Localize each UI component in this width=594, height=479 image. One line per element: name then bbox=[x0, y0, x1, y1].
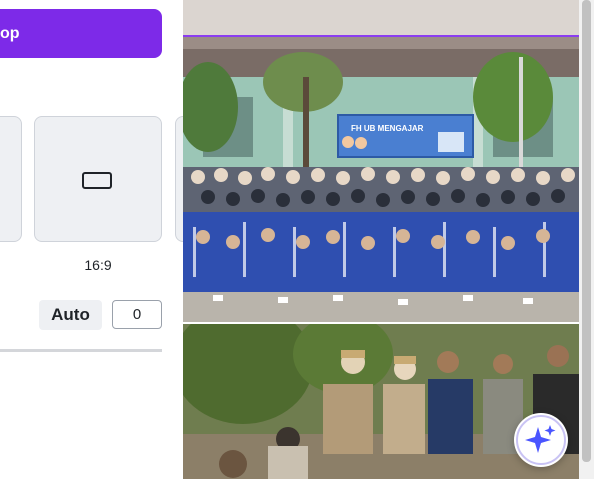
magic-assistant-button[interactable] bbox=[514, 413, 568, 467]
sparkle-icon bbox=[516, 415, 566, 465]
banner-text: FH UB MENGAJAR bbox=[351, 124, 424, 133]
crop-button[interactable]: op bbox=[0, 9, 162, 58]
ratio-option-16-9[interactable] bbox=[34, 116, 162, 242]
rectangle-16-9-icon bbox=[82, 172, 112, 189]
ratio-option-previous[interactable] bbox=[0, 116, 22, 242]
ratio-label: 16:9 bbox=[84, 257, 112, 273]
auto-button[interactable]: Auto bbox=[39, 300, 102, 330]
page-top-strip bbox=[183, 0, 579, 36]
crop-button-label: op bbox=[0, 25, 20, 42]
group-photo-image: FH UB MENGAJAR bbox=[183, 37, 579, 324]
ratio-option-next[interactable] bbox=[175, 116, 183, 242]
number-input[interactable]: 0 bbox=[112, 300, 162, 329]
design-canvas[interactable]: FH UB MENGAJAR bbox=[183, 0, 579, 479]
divider bbox=[0, 349, 162, 352]
crop-side-panel: op 16:9 Auto 0 bbox=[0, 0, 183, 479]
group-photo[interactable]: FH UB MENGAJAR bbox=[183, 37, 579, 324]
scrollbar-thumb[interactable] bbox=[582, 0, 591, 462]
